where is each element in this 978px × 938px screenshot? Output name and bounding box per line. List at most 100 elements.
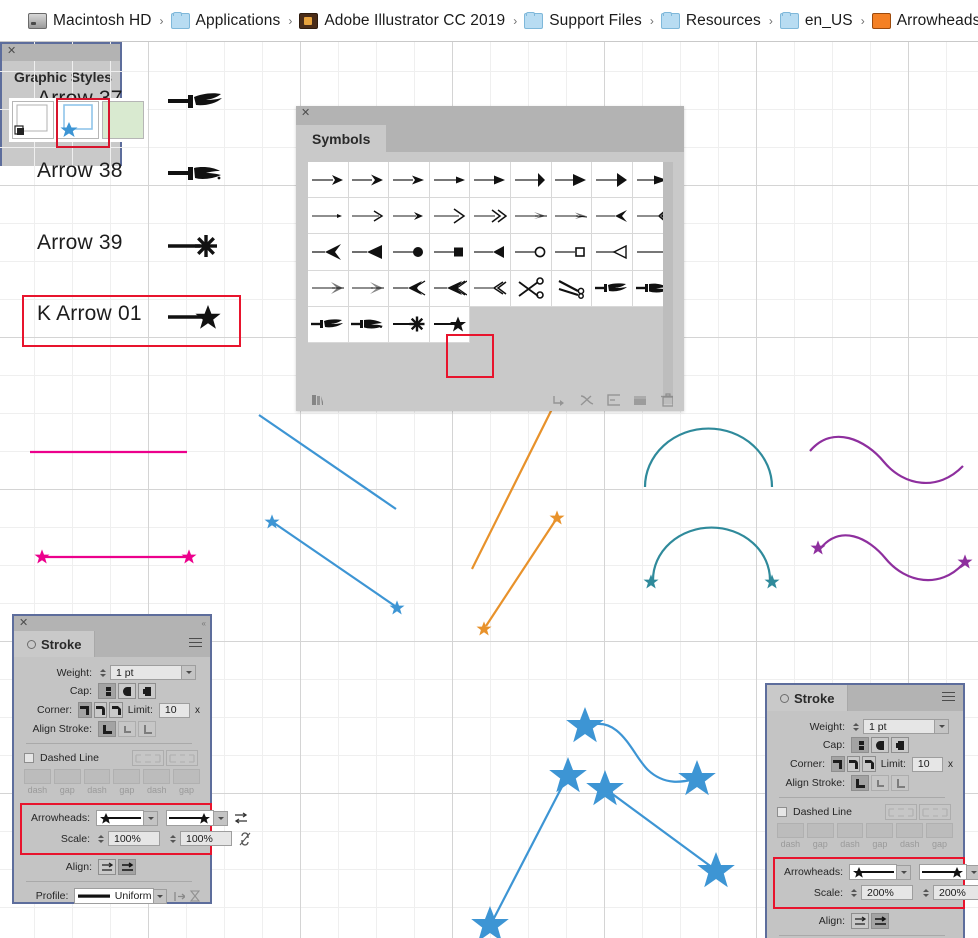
- arrowhead-end-preview[interactable]: [166, 810, 214, 826]
- weight-stepper[interactable]: [851, 719, 860, 734]
- symbols-grid[interactable]: [308, 162, 673, 343]
- panel-menu-icon[interactable]: [942, 692, 955, 702]
- symbol-cell[interactable]: [308, 198, 349, 235]
- align-stroke-outside-button[interactable]: [891, 775, 909, 791]
- symbol-cell[interactable]: [308, 270, 349, 307]
- weight-stepper[interactable]: [98, 665, 107, 680]
- gap-input-2[interactable]: [113, 769, 141, 784]
- symbol-cell[interactable]: [429, 162, 471, 199]
- illustrator-canvas[interactable]: Arrow 37 Arrow 38 Arrow 39 K Arrow 01: [0, 42, 978, 938]
- limit-input[interactable]: 10: [911, 756, 943, 772]
- close-icon[interactable]: ✕: [7, 45, 16, 58]
- gap-input-1[interactable]: [53, 769, 81, 784]
- round-join-button[interactable]: [93, 702, 108, 718]
- symbol-cell[interactable]: [348, 270, 390, 307]
- projecting-cap-button[interactable]: [891, 737, 909, 753]
- miter-join-button[interactable]: [831, 756, 845, 772]
- symbol-cell[interactable]: [470, 234, 511, 271]
- graphic-style-swatch-star-arrowhead[interactable]: [57, 101, 99, 139]
- butt-cap-button[interactable]: [851, 737, 869, 753]
- align-stroke-inside-button[interactable]: [871, 775, 889, 791]
- stroke-panel-right[interactable]: Stroke Weight: 1 pt Cap: Corner: Limit: …: [765, 683, 978, 938]
- symbol-cell[interactable]: [429, 198, 471, 235]
- tab-stroke[interactable]: Stroke: [14, 631, 96, 657]
- limit-input[interactable]: 10: [158, 702, 190, 718]
- weight-input[interactable]: 1 pt: [863, 719, 935, 734]
- round-join-button[interactable]: [846, 756, 861, 772]
- align-stroke-center-button[interactable]: [98, 721, 116, 737]
- tab-stroke[interactable]: Stroke: [767, 685, 849, 711]
- profile-dropdown-icon[interactable]: [153, 888, 167, 904]
- scale-end-input[interactable]: 200%: [933, 885, 978, 900]
- breadcrumb-item-5[interactable]: en_US ›: [779, 11, 872, 30]
- symbol-cell[interactable]: [308, 162, 349, 199]
- dash-input-2[interactable]: [836, 823, 864, 838]
- dash-input-1[interactable]: [777, 823, 804, 838]
- symbol-cell[interactable]: [592, 162, 633, 199]
- symbol-cell[interactable]: [389, 270, 430, 307]
- symbols-panel[interactable]: ✕ Symbols: [296, 106, 684, 411]
- scissors-symbol-cell[interactable]: [510, 270, 552, 307]
- profile-select[interactable]: Uniform: [74, 888, 154, 904]
- dash-input-3[interactable]: [143, 769, 171, 784]
- arrowhead-end-preview[interactable]: [919, 864, 967, 880]
- symbols-grid-container[interactable]: [308, 162, 673, 404]
- gap-input-2[interactable]: [866, 823, 894, 838]
- delete-symbol-icon[interactable]: [660, 392, 673, 408]
- flip-across-icon[interactable]: [189, 890, 201, 902]
- scale-start-stepper[interactable]: [849, 885, 858, 900]
- close-icon[interactable]: ✕: [301, 107, 310, 120]
- breadcrumb-item-2[interactable]: Adobe Illustrator CC 2019 ›: [299, 12, 524, 30]
- place-symbol-instance-icon[interactable]: [551, 393, 564, 407]
- place-arrowtip-button[interactable]: [871, 913, 889, 929]
- gap-input-3[interactable]: [173, 769, 200, 784]
- symbol-cell[interactable]: [510, 198, 552, 235]
- place-arrowtip-button[interactable]: [118, 859, 136, 875]
- symbol-cell[interactable]: [510, 162, 552, 199]
- dash-preserve-exact-button[interactable]: [132, 750, 164, 766]
- round-cap-button[interactable]: [118, 683, 136, 699]
- symbol-cell[interactable]: [510, 234, 552, 271]
- dash-input-3[interactable]: [896, 823, 924, 838]
- align-stroke-outside-button[interactable]: [138, 721, 156, 737]
- dashed-line-checkbox[interactable]: [777, 807, 787, 817]
- weight-input[interactable]: 1 pt: [110, 665, 182, 680]
- stroke-panel-left[interactable]: ✕ « Stroke Weight: 1 pt Cap: Corner: Lim…: [12, 614, 251, 904]
- align-stroke-inside-button[interactable]: [118, 721, 136, 737]
- arrowhead-start-preview[interactable]: [96, 810, 144, 826]
- break-link-icon[interactable]: [578, 393, 594, 407]
- symbol-cell[interactable]: [470, 162, 511, 199]
- breadcrumb-item-6[interactable]: Arrowheads.ai: [871, 12, 978, 30]
- round-cap-button[interactable]: [871, 737, 889, 753]
- align-stroke-center-button[interactable]: [851, 775, 869, 791]
- symbol-cell[interactable]: [308, 234, 349, 271]
- bevel-join-button[interactable]: [109, 702, 124, 718]
- collapse-icon[interactable]: «: [202, 618, 207, 629]
- panel-menu-icon[interactable]: [189, 638, 202, 648]
- scale-end-input[interactable]: 100%: [180, 831, 232, 846]
- scale-end-stepper[interactable]: [168, 831, 177, 846]
- breadcrumb-item-3[interactable]: Support Files ›: [524, 11, 661, 30]
- extend-arrowtip-button[interactable]: [851, 913, 869, 929]
- gap-input-3[interactable]: [926, 823, 953, 838]
- miter-join-button[interactable]: [78, 702, 92, 718]
- symbol-cell[interactable]: [308, 306, 349, 343]
- scale-end-stepper[interactable]: [921, 885, 930, 900]
- symbol-cell[interactable]: [592, 198, 633, 235]
- graphic-styles-swatch-list[interactable]: [9, 98, 147, 142]
- symbol-cell-k-arrow-01-selected[interactable]: [429, 306, 471, 343]
- symbol-cell[interactable]: [348, 234, 390, 271]
- symbol-cell[interactable]: [470, 198, 511, 235]
- symbol-cell[interactable]: [470, 270, 511, 307]
- arrowhead-end-dropdown-icon[interactable]: [967, 864, 978, 880]
- tab-symbols[interactable]: Symbols: [296, 125, 387, 152]
- arrowhead-start-dropdown-icon[interactable]: [144, 810, 158, 826]
- new-symbol-icon[interactable]: [632, 393, 647, 407]
- symbol-cell[interactable]: [592, 234, 633, 271]
- symbol-cell[interactable]: [389, 306, 430, 343]
- dash-adjust-button[interactable]: [919, 804, 951, 820]
- pointing-hand-symbol-cell[interactable]: [592, 270, 633, 307]
- breadcrumb-item-1[interactable]: Applications ›: [170, 11, 300, 30]
- weight-dropdown-icon[interactable]: [182, 665, 196, 680]
- scale-start-input[interactable]: 100%: [108, 831, 160, 846]
